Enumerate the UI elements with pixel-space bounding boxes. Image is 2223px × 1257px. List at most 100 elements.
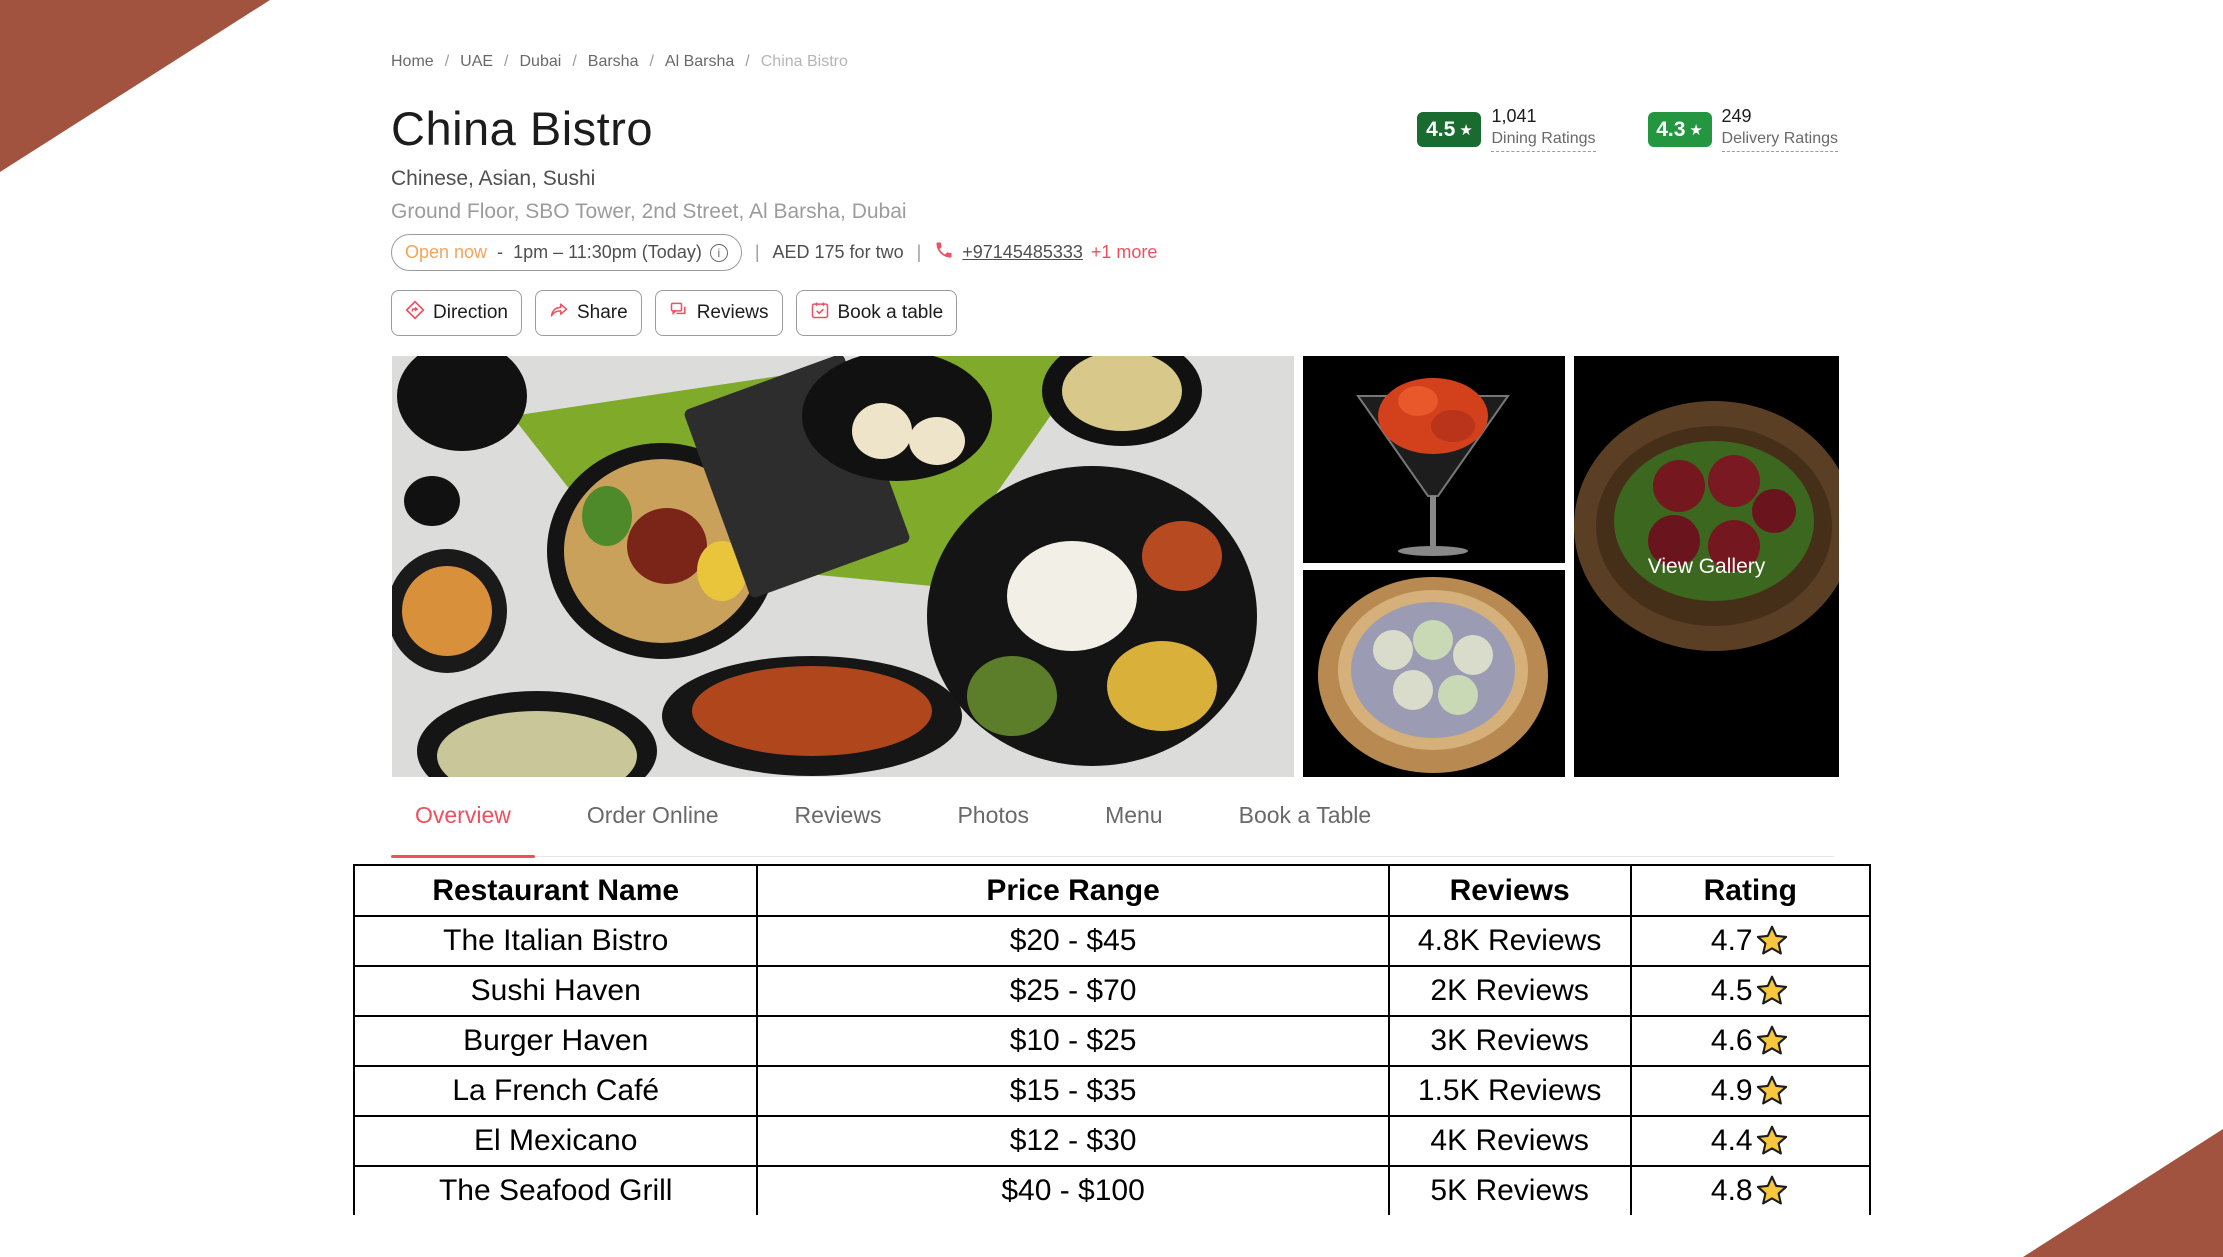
breadcrumb-current: China Bistro (760, 53, 848, 70)
star-icon (1756, 1075, 1787, 1105)
restaurant-name-cell: Burger Haven (355, 1015, 759, 1067)
phone-number-link[interactable]: +97145485333 (962, 242, 1083, 263)
price-range-cell: $40 - $100 (756, 1165, 1390, 1215)
book-table-label: Book a table (837, 302, 944, 323)
star-icon (1756, 975, 1787, 1005)
breadcrumb-separator: / (745, 53, 750, 70)
restaurant-name-cell: The Italian Bistro (355, 915, 759, 967)
photo-gallery: View Gallery (392, 356, 1839, 777)
dining-rating-badge: 4.5 ★ (1417, 112, 1482, 147)
star-icon: ★ (1459, 121, 1473, 139)
open-status: Open now (405, 242, 488, 262)
price-range-cell: $10 - $25 (756, 1015, 1390, 1067)
breadcrumb-al-barsha[interactable]: Al Barsha (665, 53, 734, 71)
gallery-photo-2[interactable] (1303, 356, 1565, 563)
breadcrumb-dubai[interactable]: Dubai (520, 53, 562, 71)
table-header-row: Restaurant Name Price Range Reviews Rati… (355, 866, 1871, 917)
breadcrumb-uae[interactable]: UAE (460, 53, 493, 71)
phone-icon (934, 240, 954, 266)
view-gallery-tile[interactable]: View Gallery (1574, 356, 1839, 777)
tab-order-online[interactable]: Order Online (563, 790, 743, 856)
table-row: The Seafood Grill $40 - $100 5K Reviews 4.8 (355, 1165, 1871, 1215)
gallery-main-photo[interactable] (392, 356, 1294, 777)
share-icon (549, 300, 569, 326)
info-icon[interactable]: i (709, 243, 728, 262)
dining-rating-count: 1,041 (1491, 106, 1537, 126)
breadcrumb-home[interactable]: Home (391, 53, 434, 71)
direction-icon (405, 300, 425, 326)
breadcrumb-separator: / (444, 53, 450, 70)
book-table-button[interactable]: Book a table (795, 290, 958, 336)
info-row: Open now - 1pm – 11:30pm (Today) i | AED… (391, 234, 1157, 271)
rating-value: 4.8 (1710, 1174, 1753, 1207)
rating-value-wrap: 4.5 (1711, 973, 1790, 1009)
breadcrumb-barsha[interactable]: Barsha (588, 53, 639, 71)
rating-value: 4.7 (1710, 924, 1753, 957)
corner-decoration-bottom-right (2023, 1129, 2223, 1257)
rating-value-wrap: 4.8 (1711, 1173, 1790, 1209)
delivery-rating[interactable]: 4.3 ★ 249 Delivery Ratings (1647, 106, 1838, 152)
restaurant-name-cell: La French Café (355, 1065, 759, 1117)
star-icon (1756, 1175, 1787, 1205)
opening-hours-pill[interactable]: Open now - 1pm – 11:30pm (Today) i (391, 234, 742, 271)
direction-label: Direction (433, 302, 508, 323)
cuisines: Chinese, Asian, Sushi (391, 167, 596, 190)
direction-button[interactable]: Direction (391, 290, 522, 336)
reviews-cell: 2K Reviews (1387, 965, 1632, 1017)
share-button[interactable]: Share (534, 290, 642, 336)
tab-photos[interactable]: Photos (933, 790, 1053, 856)
action-buttons: Direction Share Reviews Book a table (391, 290, 970, 336)
delivery-rating-badge: 4.3 ★ (1647, 112, 1712, 147)
tab-reviews[interactable]: Reviews (771, 790, 906, 856)
section-tabs: Overview Order Online Reviews Photos Men… (391, 790, 1834, 858)
rating-value: 4.9 (1710, 1074, 1753, 1107)
rating-cell: 4.9 (1629, 1065, 1871, 1117)
cost-for-two: AED 175 for two (772, 242, 904, 262)
rating-value: 4.6 (1710, 1024, 1753, 1057)
share-label: Share (576, 302, 628, 323)
table-row: Sushi Haven $25 - $70 2K Reviews 4.5 (355, 965, 1871, 1017)
restaurant-title: China Bistro (391, 102, 653, 155)
table-row: La French Café $15 - $35 1.5K Reviews 4.9 (355, 1065, 1871, 1117)
tab-menu[interactable]: Menu (1081, 790, 1187, 856)
dining-rating-label: Dining Ratings (1491, 130, 1596, 152)
address: Ground Floor, SBO Tower, 2nd Street, Al … (391, 200, 907, 223)
table-row: The Italian Bistro $20 - $45 4.8K Reviews 4… (355, 915, 1871, 967)
header-reviews: Reviews (1387, 866, 1632, 917)
reviews-label: Reviews (696, 302, 769, 323)
price-range-cell: $20 - $45 (756, 915, 1390, 967)
star-icon: ★ (1689, 121, 1703, 139)
breadcrumb-separator: / (649, 53, 654, 70)
gallery-photo-3[interactable] (1303, 570, 1565, 777)
table-row: El Mexicano $12 - $30 4K Reviews 4.4 (355, 1115, 1871, 1167)
reviews-cell: 1.5K Reviews (1387, 1065, 1632, 1117)
rating-cell: 4.6 (1629, 1015, 1871, 1067)
divider: | (916, 242, 922, 262)
reviews-cell: 4.8K Reviews (1387, 915, 1632, 967)
rating-value-wrap: 4.6 (1711, 1023, 1790, 1059)
calendar-icon (810, 300, 830, 326)
header-restaurant-name: Restaurant Name (355, 866, 759, 917)
ratings-panel: 4.5 ★ 1,041 Dining Ratings 4.3 ★ 249 Del… (1365, 106, 1838, 152)
rating-value-wrap: 4.7 (1711, 923, 1790, 959)
price-range-cell: $25 - $70 (756, 965, 1390, 1017)
reviews-cell: 5K Reviews (1387, 1165, 1632, 1215)
more-phones-link[interactable]: +1 more (1091, 242, 1158, 263)
breadcrumb-separator: / (572, 53, 577, 70)
reviews-icon (669, 300, 689, 326)
tab-overview[interactable]: Overview (391, 790, 535, 858)
dining-rating[interactable]: 4.5 ★ 1,041 Dining Ratings (1417, 106, 1596, 152)
delivery-rating-count: 249 (1721, 106, 1752, 126)
header-rating: Rating (1629, 866, 1871, 917)
rating-cell: 4.7 (1629, 915, 1871, 967)
rating-cell: 4.4 (1629, 1115, 1871, 1167)
reviews-button[interactable]: Reviews (654, 290, 783, 336)
delivery-rating-score: 4.3 (1656, 117, 1686, 141)
restaurant-name-cell: The Seafood Grill (355, 1165, 759, 1215)
opening-hours: 1pm – 11:30pm (Today) (513, 242, 702, 262)
table-row: Burger Haven $10 - $25 3K Reviews 4.6 (355, 1015, 1871, 1067)
price-range-cell: $15 - $35 (756, 1065, 1390, 1117)
star-icon (1756, 1125, 1787, 1155)
tab-book-a-table[interactable]: Book a Table (1215, 790, 1396, 856)
star-icon (1756, 925, 1787, 955)
